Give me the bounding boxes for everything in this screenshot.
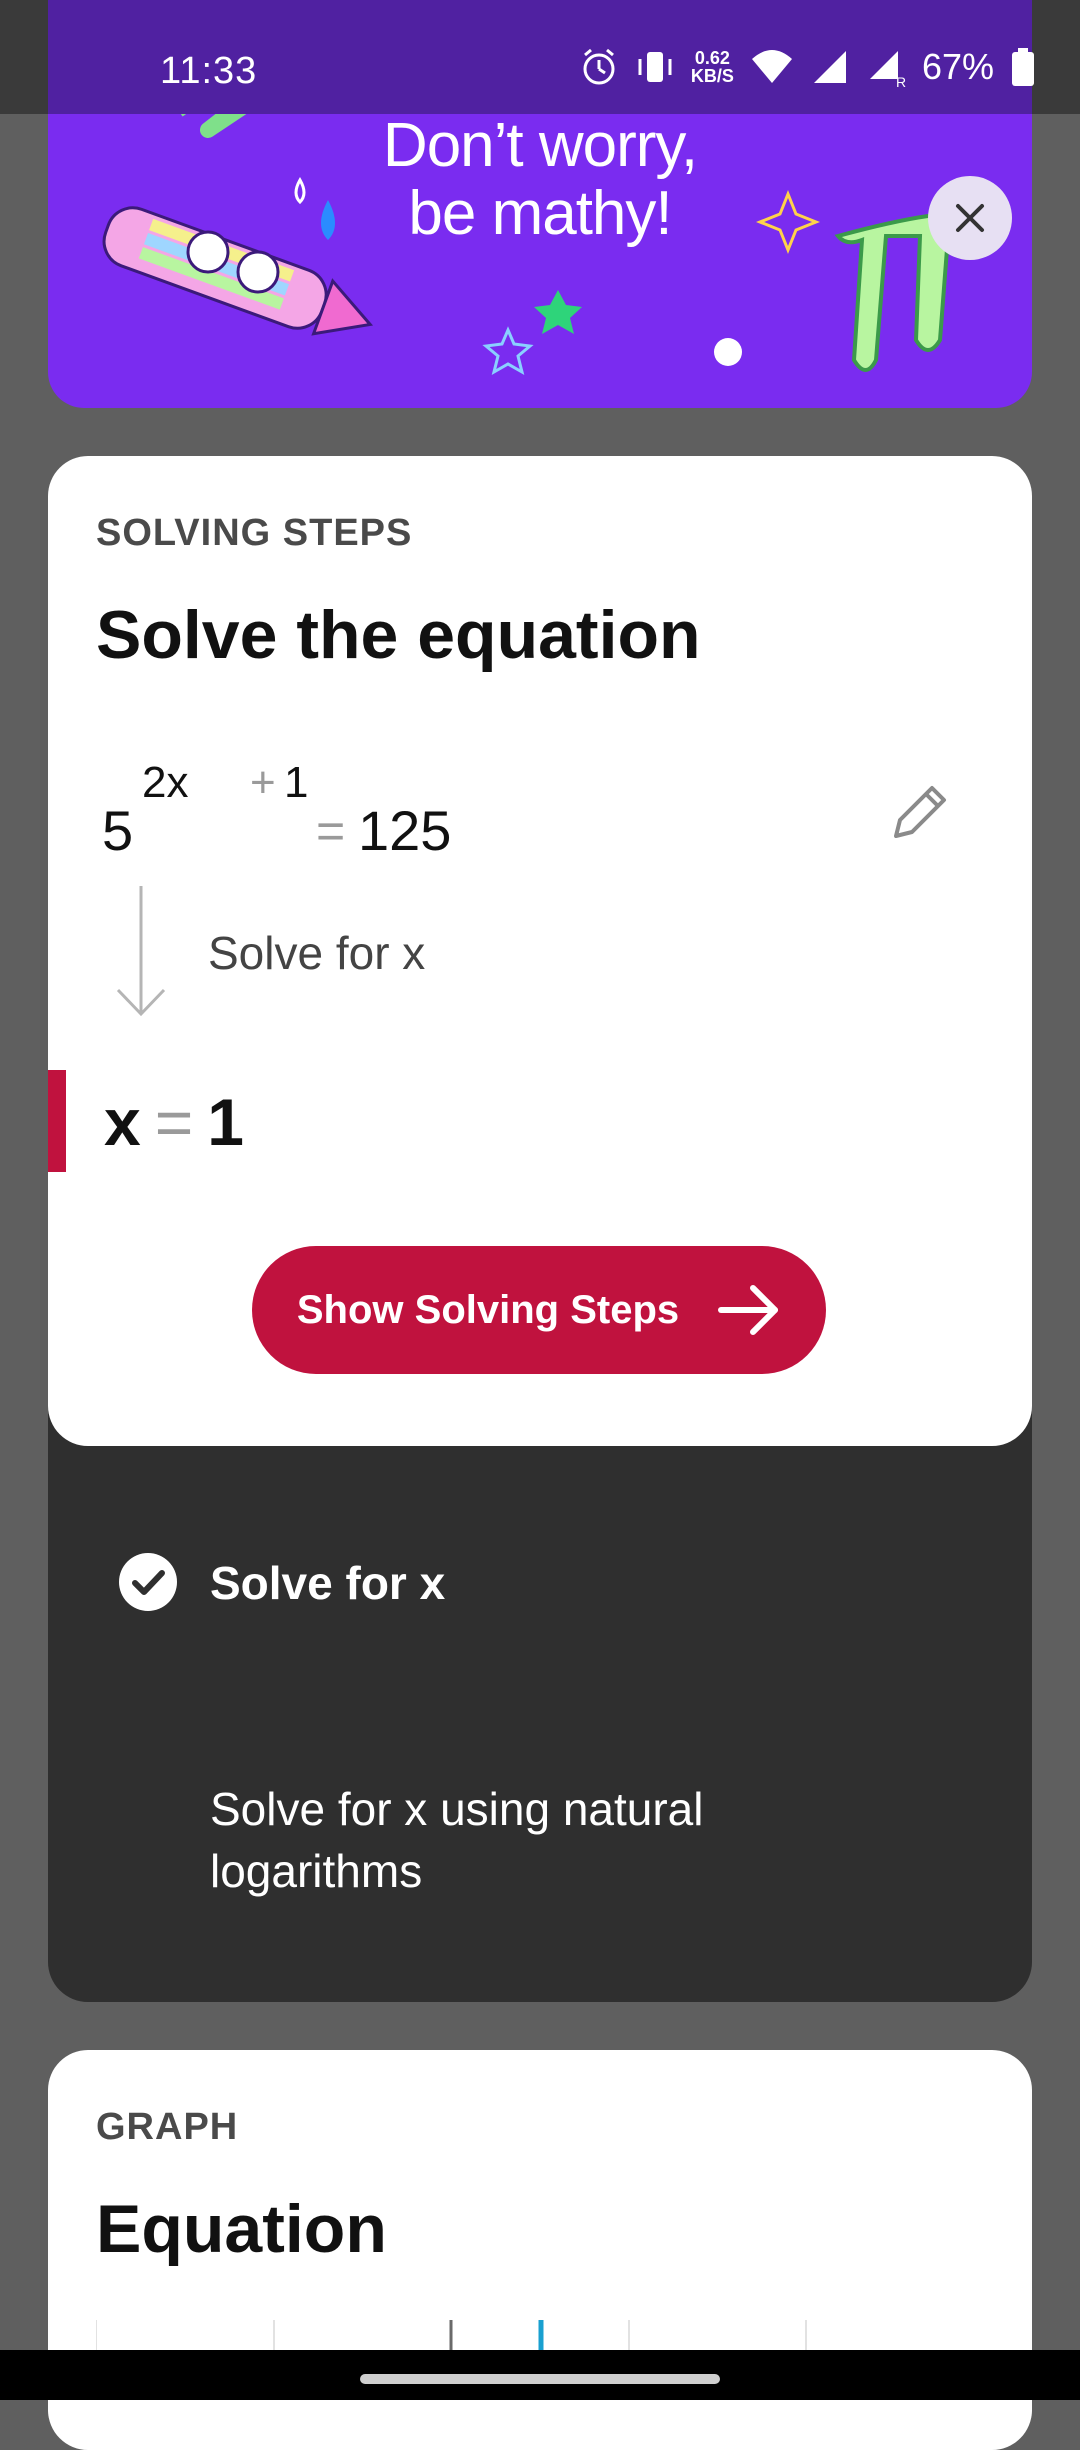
show-solving-steps-label: Show Solving Steps bbox=[296, 1287, 680, 1332]
speed-value: 0.62 bbox=[694, 48, 730, 68]
signal-r-icon: R bbox=[869, 51, 906, 87]
equation-exponent-plus: + bbox=[250, 758, 276, 807]
alarm-icon bbox=[583, 48, 615, 85]
answer-equals: = bbox=[154, 1085, 194, 1159]
check-circle-icon[interactable] bbox=[118, 1552, 178, 1612]
home-gesture-handle[interactable] bbox=[360, 2374, 720, 2384]
equation-rhs: 125 bbox=[358, 799, 452, 862]
speed-unit: KB/S bbox=[690, 66, 734, 86]
battery-icon bbox=[1012, 48, 1034, 86]
step-down-arrow-icon bbox=[116, 886, 166, 1017]
card-title-solve-equation: Solve the equation bbox=[96, 597, 701, 673]
status-icons: 0.62 KB/S R 67% bbox=[579, 46, 1036, 88]
arrow-right-icon bbox=[718, 1285, 779, 1335]
section-label-solving-steps: SOLVING STEPS bbox=[96, 512, 413, 554]
svg-text:R: R bbox=[896, 74, 906, 87]
section-label-graph: GRAPH bbox=[96, 2106, 239, 2148]
equation: 5 2x + 1 = 125 bbox=[102, 756, 702, 866]
equation-exponent-coeff: 2x bbox=[142, 758, 189, 807]
banner-close-button[interactable] bbox=[928, 176, 1012, 260]
system-nav-bar bbox=[0, 2350, 1080, 2400]
card-title-equation: Equation bbox=[96, 2191, 387, 2267]
edit-pencil-icon[interactable] bbox=[884, 778, 954, 848]
banner-line-2: be mathy! bbox=[408, 179, 672, 248]
show-solving-steps-button[interactable]: Show Solving Steps bbox=[252, 1246, 826, 1374]
solving-steps-card: SOLVING STEPS Solve the equation 5 2x + … bbox=[48, 456, 1032, 1446]
network-speed: 0.62 KB/S bbox=[691, 49, 734, 85]
method-description[interactable]: Solve for x using natural logarithms bbox=[210, 1778, 850, 1902]
equation-base: 5 bbox=[102, 799, 134, 862]
answer: x = 1 bbox=[104, 1084, 244, 1160]
close-icon bbox=[956, 204, 984, 232]
status-bar: 11:33 0.62 KB/S R 67% bbox=[0, 0, 1080, 114]
method-title-solve-for-x[interactable]: Solve for x bbox=[210, 1556, 445, 1610]
step-label-solve-for-x: Solve for x bbox=[208, 927, 426, 979]
banner-headline: Don’t worry, be mathy! bbox=[48, 112, 1032, 248]
status-time: 11:33 bbox=[160, 50, 258, 92]
battery-percent: 67% bbox=[921, 46, 994, 87]
vibrate-icon bbox=[638, 52, 672, 82]
signal-icon bbox=[813, 51, 846, 83]
banner-line-1: Don’t worry, bbox=[382, 111, 698, 180]
answer-accent-bar bbox=[48, 1070, 66, 1172]
equation-equals: = bbox=[316, 803, 346, 859]
equation-exponent-const: 1 bbox=[284, 758, 309, 807]
answer-variable: x bbox=[104, 1085, 141, 1159]
solving-methods-panel: Solve for x Solve for x using natural lo… bbox=[48, 1390, 1032, 2002]
answer-value: 1 bbox=[207, 1085, 244, 1159]
wifi-icon bbox=[751, 50, 792, 83]
